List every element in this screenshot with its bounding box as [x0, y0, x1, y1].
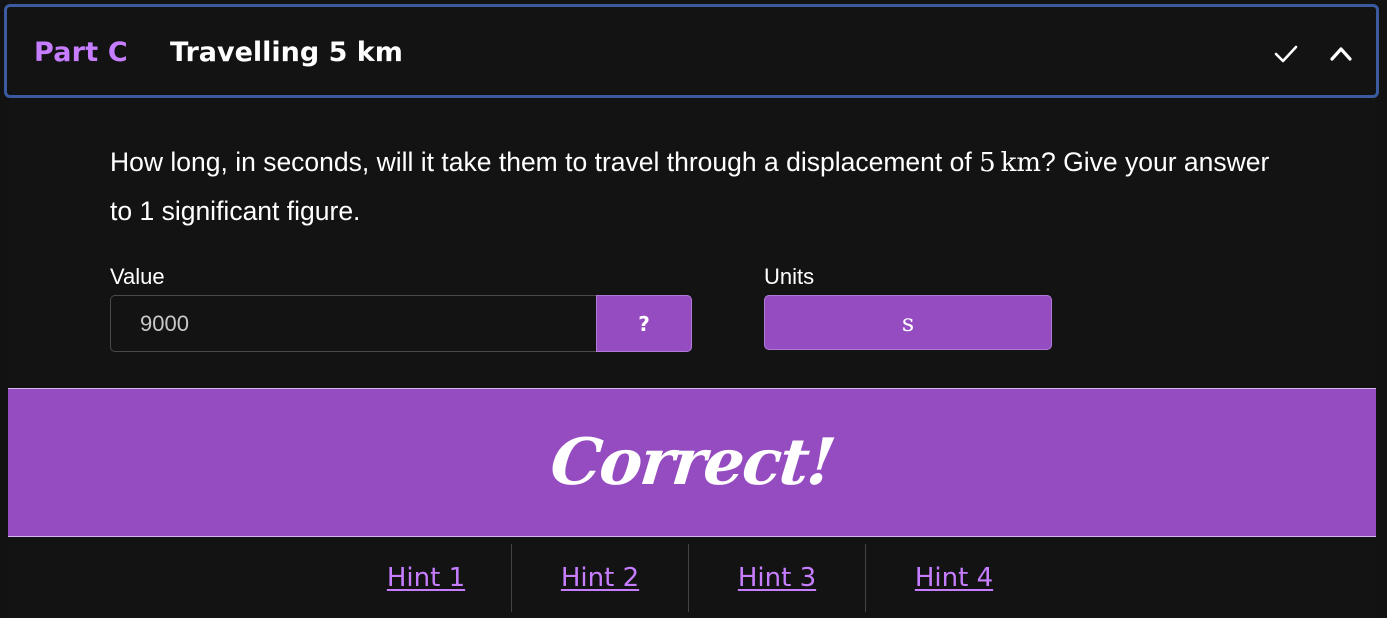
check-icon — [1274, 45, 1298, 63]
math-value: 5 — [979, 148, 996, 178]
hint-tabs: Hint 1 Hint 2 Hint 3 Hint 4 — [0, 544, 1387, 612]
part-title: Travelling 5 km — [170, 37, 403, 68]
hint-3-link[interactable]: Hint 3 — [689, 544, 865, 612]
value-input[interactable]: 9000 — [110, 295, 597, 352]
question-text-before: How long, in seconds, will it take them … — [110, 147, 980, 177]
hint-1-link[interactable]: Hint 1 — [342, 544, 510, 612]
part-label: Part C — [34, 37, 128, 68]
chevron-up-icon[interactable] — [1328, 41, 1354, 67]
value-help-button[interactable]: ? — [596, 295, 692, 352]
hint-4-link[interactable]: Hint 4 — [866, 544, 1042, 612]
feedback-text: Correct! — [546, 425, 838, 500]
units-select[interactable]: s — [764, 295, 1052, 350]
hint-2-link[interactable]: Hint 2 — [512, 544, 688, 612]
math-unit: km — [1000, 148, 1042, 178]
feedback-banner: Correct! — [8, 388, 1376, 537]
value-label: Value — [110, 264, 165, 289]
part-header[interactable]: Part C Travelling 5 km — [4, 4, 1379, 98]
units-label: Units — [764, 264, 815, 289]
question-text: How long, in seconds, will it take them … — [110, 138, 1280, 235]
